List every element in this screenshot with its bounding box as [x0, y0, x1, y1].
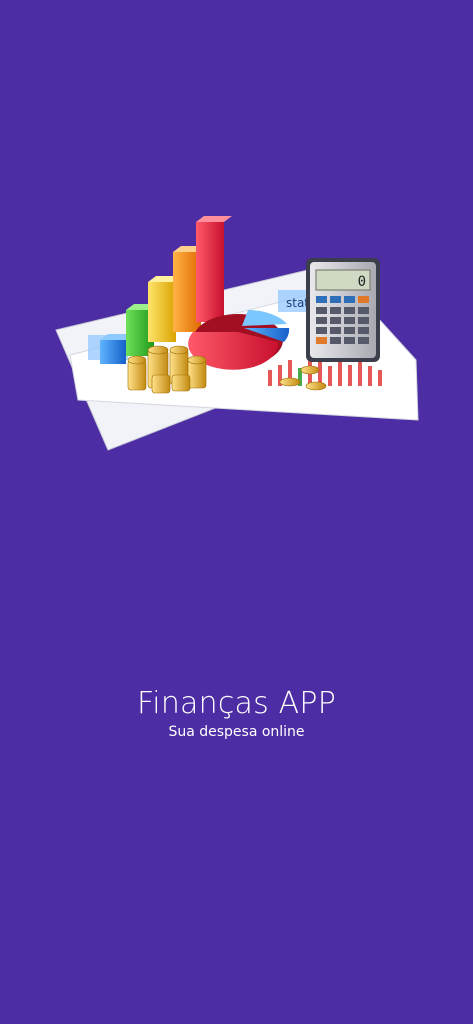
finance-illustration-icon: stats 0 — [55, 216, 419, 451]
splash-screen: stats 0 Finanças APP Sua despesa online — [0, 0, 473, 1024]
app-subtitle: Sua despesa online — [168, 724, 305, 740]
calculator-icon: 0 — [306, 258, 380, 362]
app-title: Finanças APP — [137, 686, 336, 721]
svg-text:0: 0 — [358, 274, 366, 290]
